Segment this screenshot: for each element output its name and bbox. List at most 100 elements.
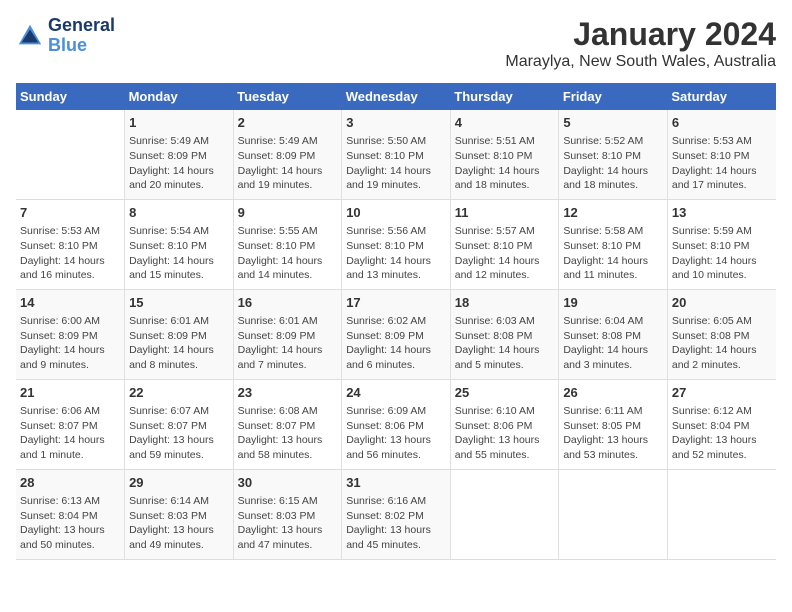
calendar-cell: 17Sunrise: 6:02 AM Sunset: 8:09 PM Dayli… xyxy=(342,289,451,379)
calendar-row-2: 7 Sunrise: 5:53 AM Sunset: 8:10 PM Daylig… xyxy=(16,199,776,289)
day-number: 1 xyxy=(129,114,229,132)
day-number: 12 xyxy=(563,204,663,222)
day-info: Sunrise: 5:53 AM Sunset: 8:10 PM Dayligh… xyxy=(672,134,772,193)
day-number: 15 xyxy=(129,294,229,312)
calendar-cell: 31 Sunrise: 6:16 AM Sunset: 8:02 PM Dayli… xyxy=(342,469,451,559)
day-number: 26 xyxy=(563,384,663,402)
calendar-cell: 14Sunrise: 6:00 AM Sunset: 8:09 PM Dayli… xyxy=(16,289,125,379)
day-number: 4 xyxy=(455,114,555,132)
day-number: 2 xyxy=(238,114,338,132)
day-number: 5 xyxy=(563,114,663,132)
calendar-title: January 2024 xyxy=(505,16,776,53)
day-number: 19 xyxy=(563,294,663,312)
calendar-row-1: 1 Sunrise: 5:49 AM Sunset: 8:09 PM Daylig… xyxy=(16,110,776,199)
day-info: Sunrise: 6:11 AM Sunset: 8:05 PM Dayligh… xyxy=(563,404,663,463)
day-info: Sunrise: 5:52 AM Sunset: 8:10 PM Dayligh… xyxy=(563,134,663,193)
calendar-cell: 12 Sunrise: 5:58 AM Sunset: 8:10 PM Dayli… xyxy=(559,199,668,289)
calendar-cell: 27Sunrise: 6:12 AM Sunset: 8:04 PM Dayli… xyxy=(667,379,776,469)
calendar-cell: 5 Sunrise: 5:52 AM Sunset: 8:10 PM Daylig… xyxy=(559,110,668,199)
calendar-cell: 6 Sunrise: 5:53 AM Sunset: 8:10 PM Daylig… xyxy=(667,110,776,199)
day-number: 21 xyxy=(20,384,120,402)
day-info: Sunrise: 6:06 AM Sunset: 8:07 PM Dayligh… xyxy=(20,404,120,463)
day-number: 3 xyxy=(346,114,446,132)
calendar-table: SundayMondayTuesdayWednesdayThursdayFrid… xyxy=(16,83,776,560)
day-info: Sunrise: 6:04 AM Sunset: 8:08 PM Dayligh… xyxy=(563,314,663,373)
header-sunday: Sunday xyxy=(16,83,125,110)
day-info: Sunrise: 6:01 AM Sunset: 8:09 PM Dayligh… xyxy=(238,314,338,373)
day-info: Sunrise: 5:57 AM Sunset: 8:10 PM Dayligh… xyxy=(455,224,555,283)
calendar-cell: 20Sunrise: 6:05 AM Sunset: 8:08 PM Dayli… xyxy=(667,289,776,379)
day-info: Sunrise: 6:12 AM Sunset: 8:04 PM Dayligh… xyxy=(672,404,772,463)
calendar-cell: 28 Sunrise: 6:13 AM Sunset: 8:04 PM Dayli… xyxy=(16,469,125,559)
day-info: Sunrise: 5:49 AM Sunset: 8:09 PM Dayligh… xyxy=(129,134,229,193)
calendar-cell: 7 Sunrise: 5:53 AM Sunset: 8:10 PM Daylig… xyxy=(16,199,125,289)
title-block: January 2024 Maraylya, New South Wales, … xyxy=(505,16,776,71)
calendar-cell xyxy=(450,469,559,559)
day-number: 29 xyxy=(129,474,229,492)
calendar-cell: 4 Sunrise: 5:51 AM Sunset: 8:10 PM Daylig… xyxy=(450,110,559,199)
day-info: Sunrise: 5:59 AM Sunset: 8:10 PM Dayligh… xyxy=(672,224,772,283)
calendar-cell: 3 Sunrise: 5:50 AM Sunset: 8:10 PM Daylig… xyxy=(342,110,451,199)
day-info: Sunrise: 6:16 AM Sunset: 8:02 PM Dayligh… xyxy=(346,494,446,553)
day-number: 13 xyxy=(672,204,772,222)
day-number: 20 xyxy=(672,294,772,312)
calendar-cell: 21 Sunrise: 6:06 AM Sunset: 8:07 PM Dayli… xyxy=(16,379,125,469)
day-info: Sunrise: 6:14 AM Sunset: 8:03 PM Dayligh… xyxy=(129,494,229,553)
calendar-cell: 24Sunrise: 6:09 AM Sunset: 8:06 PM Dayli… xyxy=(342,379,451,469)
day-info: Sunrise: 5:53 AM Sunset: 8:10 PM Dayligh… xyxy=(20,224,120,283)
day-number: 6 xyxy=(672,114,772,132)
calendar-cell: 11Sunrise: 5:57 AM Sunset: 8:10 PM Dayli… xyxy=(450,199,559,289)
day-info: Sunrise: 5:55 AM Sunset: 8:10 PM Dayligh… xyxy=(238,224,338,283)
calendar-cell: 30 Sunrise: 6:15 AM Sunset: 8:03 PM Dayli… xyxy=(233,469,342,559)
logo-line1: General xyxy=(48,16,115,36)
day-info: Sunrise: 5:51 AM Sunset: 8:10 PM Dayligh… xyxy=(455,134,555,193)
day-info: Sunrise: 6:01 AM Sunset: 8:09 PM Dayligh… xyxy=(129,314,229,373)
calendar-cell: 15 Sunrise: 6:01 AM Sunset: 8:09 PM Dayli… xyxy=(125,289,234,379)
calendar-cell xyxy=(16,110,125,199)
day-number: 18 xyxy=(455,294,555,312)
calendar-header: SundayMondayTuesdayWednesdayThursdayFrid… xyxy=(16,83,776,110)
header-monday: Monday xyxy=(125,83,234,110)
calendar-cell xyxy=(559,469,668,559)
page-header: General Blue January 2024 Maraylya, New … xyxy=(16,16,776,71)
day-number: 30 xyxy=(238,474,338,492)
calendar-cell: 9 Sunrise: 5:55 AM Sunset: 8:10 PM Daylig… xyxy=(233,199,342,289)
day-number: 17 xyxy=(346,294,446,312)
day-info: Sunrise: 6:13 AM Sunset: 8:04 PM Dayligh… xyxy=(20,494,120,553)
header-saturday: Saturday xyxy=(667,83,776,110)
header-tuesday: Tuesday xyxy=(233,83,342,110)
calendar-row-5: 28 Sunrise: 6:13 AM Sunset: 8:04 PM Dayli… xyxy=(16,469,776,559)
calendar-cell: 10Sunrise: 5:56 AM Sunset: 8:10 PM Dayli… xyxy=(342,199,451,289)
day-info: Sunrise: 5:50 AM Sunset: 8:10 PM Dayligh… xyxy=(346,134,446,193)
calendar-cell: 25Sunrise: 6:10 AM Sunset: 8:06 PM Dayli… xyxy=(450,379,559,469)
logo-line2: Blue xyxy=(48,36,115,56)
calendar-cell: 26 Sunrise: 6:11 AM Sunset: 8:05 PM Dayli… xyxy=(559,379,668,469)
day-number: 28 xyxy=(20,474,120,492)
day-number: 14 xyxy=(20,294,120,312)
day-number: 9 xyxy=(238,204,338,222)
day-info: Sunrise: 5:56 AM Sunset: 8:10 PM Dayligh… xyxy=(346,224,446,283)
day-info: Sunrise: 5:58 AM Sunset: 8:10 PM Dayligh… xyxy=(563,224,663,283)
calendar-subtitle: Maraylya, New South Wales, Australia xyxy=(505,53,776,71)
day-number: 31 xyxy=(346,474,446,492)
day-number: 8 xyxy=(129,204,229,222)
day-number: 16 xyxy=(238,294,338,312)
day-info: Sunrise: 6:09 AM Sunset: 8:06 PM Dayligh… xyxy=(346,404,446,463)
header-friday: Friday xyxy=(559,83,668,110)
calendar-cell: 29 Sunrise: 6:14 AM Sunset: 8:03 PM Dayli… xyxy=(125,469,234,559)
logo: General Blue xyxy=(16,16,115,56)
day-number: 22 xyxy=(129,384,229,402)
calendar-cell: 23Sunrise: 6:08 AM Sunset: 8:07 PM Dayli… xyxy=(233,379,342,469)
header-wednesday: Wednesday xyxy=(342,83,451,110)
logo-icon xyxy=(16,22,44,50)
calendar-cell xyxy=(667,469,776,559)
calendar-row-3: 14Sunrise: 6:00 AM Sunset: 8:09 PM Dayli… xyxy=(16,289,776,379)
day-info: Sunrise: 6:15 AM Sunset: 8:03 PM Dayligh… xyxy=(238,494,338,553)
calendar-cell: 2Sunrise: 5:49 AM Sunset: 8:09 PM Daylig… xyxy=(233,110,342,199)
calendar-cell: 8Sunrise: 5:54 AM Sunset: 8:10 PM Daylig… xyxy=(125,199,234,289)
header-thursday: Thursday xyxy=(450,83,559,110)
day-number: 7 xyxy=(20,204,120,222)
day-info: Sunrise: 6:10 AM Sunset: 8:06 PM Dayligh… xyxy=(455,404,555,463)
day-info: Sunrise: 6:03 AM Sunset: 8:08 PM Dayligh… xyxy=(455,314,555,373)
calendar-cell: 18 Sunrise: 6:03 AM Sunset: 8:08 PM Dayli… xyxy=(450,289,559,379)
